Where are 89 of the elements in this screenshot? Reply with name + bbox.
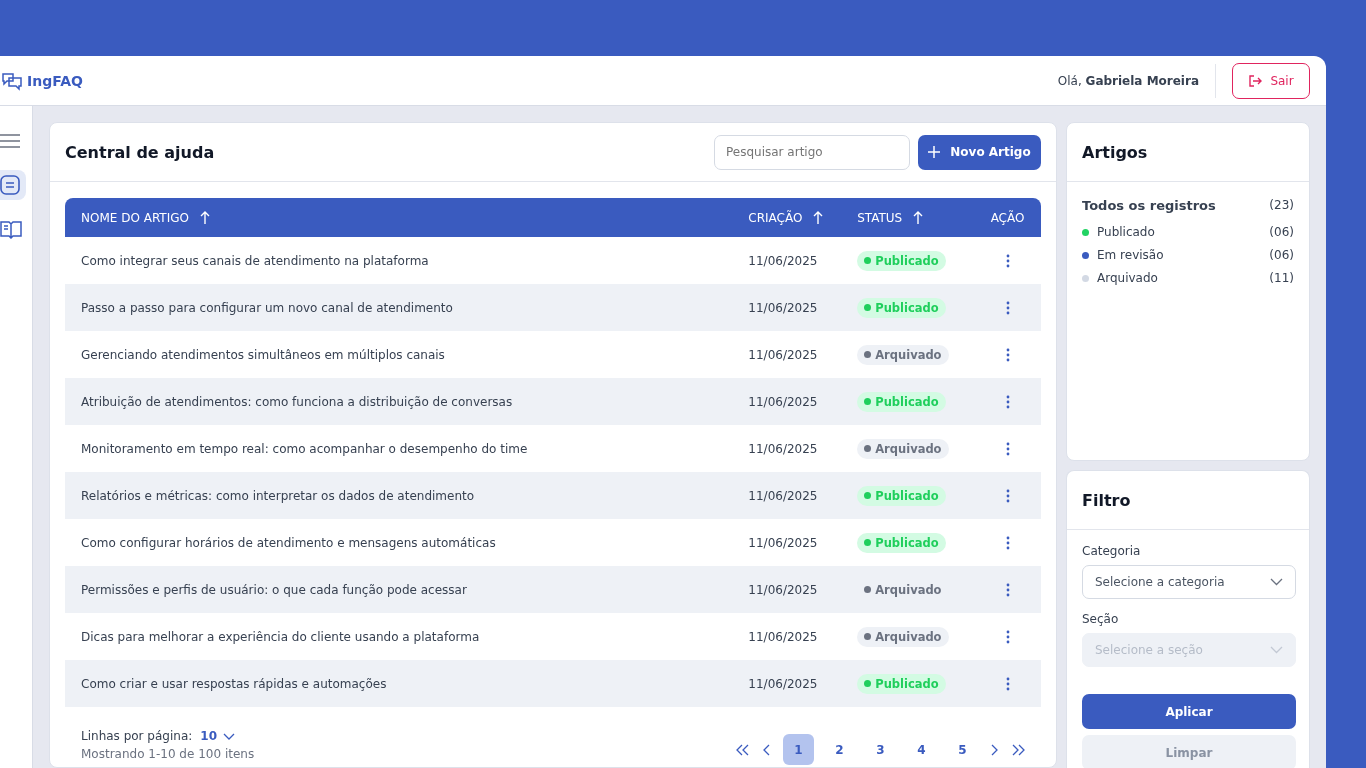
creation-date: 11/06/2025 — [748, 629, 818, 644]
page-button[interactable]: 4 — [906, 734, 937, 765]
creation-date: 11/06/2025 — [748, 535, 818, 550]
column-label: CRIAÇÃO — [748, 210, 803, 225]
more-options-icon[interactable] — [1005, 629, 1010, 644]
chat-bubbles-icon — [1, 70, 23, 91]
next-page-icon[interactable] — [990, 743, 998, 756]
creation-date: 11/06/2025 — [748, 253, 818, 268]
more-options-icon[interactable] — [1005, 582, 1010, 597]
article-name: Passo a passo para configurar um novo canal de atendimento — [81, 300, 453, 315]
more-options-icon[interactable] — [1005, 300, 1010, 315]
apply-button[interactable]: Aplicar — [1082, 694, 1296, 729]
logout-button[interactable]: Sair — [1232, 62, 1310, 99]
last-page-icon[interactable] — [1012, 743, 1026, 756]
article-name: Como integrar seus canais de atendimento na plataforma — [81, 253, 429, 268]
rows-per-page-select[interactable]: 10 — [200, 729, 235, 743]
user-greeting: Olá, Gabriela Moreira — [1057, 73, 1199, 88]
more-options-icon[interactable] — [1005, 676, 1010, 691]
creation-date: 11/06/2025 — [748, 488, 818, 503]
status-badge: Arquivado — [857, 438, 949, 459]
status-label: Arquivado — [1097, 271, 1159, 285]
page-button[interactable]: 5 — [947, 734, 978, 765]
first-page-icon[interactable] — [735, 743, 749, 756]
article-name: Relatórios e métricas: como interpretar os dados de atendimento — [81, 488, 475, 503]
more-options-icon[interactable] — [1005, 441, 1010, 456]
status-count: (06) — [1269, 248, 1294, 262]
column-header[interactable]: STATUS — [857, 210, 975, 225]
previous-page-icon[interactable] — [763, 743, 771, 756]
more-options-icon[interactable] — [1005, 394, 1010, 409]
total-label: Todos os registros — [1082, 198, 1216, 213]
column-header[interactable]: NOME DO ARTIGO — [65, 210, 749, 225]
status-label: Em revisão — [1097, 248, 1165, 262]
column-header[interactable]: AÇÃO — [974, 210, 1041, 225]
status-badge: Arquivado — [857, 626, 949, 647]
page-title: Central de ajuda — [65, 142, 215, 162]
sort-arrow-icon[interactable] — [813, 211, 824, 224]
more-options-icon[interactable] — [1005, 253, 1010, 268]
search-field[interactable]: Pesquisar artigo — [714, 134, 910, 170]
article-name: Como criar e usar respostas rápidas e automações — [81, 676, 387, 691]
chevron-down-icon[interactable] — [1270, 578, 1283, 586]
status-badge: Publicado — [857, 250, 946, 271]
creation-date: 11/06/2025 — [748, 300, 818, 315]
items-count: Mostrando 1-10 de 100 itens — [81, 747, 255, 761]
field-label: Categoria — [1082, 544, 1142, 558]
article-name: Permissões e perfis de usuário: o que cada função pode acessar — [81, 582, 467, 597]
field-label: Seção — [1082, 612, 1120, 626]
page-button[interactable]: 3 — [865, 734, 896, 765]
article-name: Dicas para melhorar a experiência do cliente usando a plataforma — [81, 629, 480, 644]
creation-date: 11/06/2025 — [748, 676, 818, 691]
total-count: (23) — [1269, 198, 1294, 213]
article-name: Atribuição de atendimentos: como funciona a distribuição de conversas — [81, 394, 513, 409]
status-count: (11) — [1269, 271, 1294, 285]
column-label: AÇÃO — [990, 210, 1025, 225]
sort-arrow-icon[interactable] — [913, 211, 924, 224]
status-badge: Publicado — [857, 673, 946, 694]
creation-date: 11/06/2025 — [748, 582, 818, 597]
status-badge: Publicado — [857, 391, 946, 412]
creation-date: 11/06/2025 — [748, 441, 818, 456]
logout-icon[interactable] — [1248, 73, 1263, 88]
page-button[interactable]: 1 — [783, 734, 814, 765]
rows-per-page-label: Linhas por página: — [81, 729, 193, 743]
brand-name: IngFAQ — [27, 72, 83, 89]
status-label: Publicado — [1097, 225, 1156, 239]
creation-date: 11/06/2025 — [748, 347, 818, 362]
column-label: STATUS — [857, 210, 903, 225]
menu-icon[interactable] — [0, 134, 20, 148]
column-header[interactable]: CRIAÇÃO — [748, 210, 858, 225]
dropdown-field[interactable]: Selecione a categoria — [1082, 565, 1296, 599]
column-label: NOME DO ARTIGO — [81, 210, 189, 225]
more-options-icon[interactable] — [1005, 347, 1010, 362]
status-badge: Publicado — [857, 485, 946, 506]
more-options-icon[interactable] — [1005, 488, 1010, 503]
new-article-button[interactable]: Novo Artigo — [918, 134, 1041, 170]
article-name: Como configurar horários de atendimento e mensagens automáticas — [81, 535, 496, 550]
chevron-down-icon[interactable] — [223, 732, 235, 740]
status-badge: Arquivado — [857, 344, 949, 365]
status-badge: Publicado — [857, 532, 946, 553]
more-options-icon[interactable] — [1005, 535, 1010, 550]
sort-arrow-icon[interactable] — [199, 211, 210, 224]
plus-icon[interactable] — [928, 146, 941, 158]
panel-title: Filtro — [1082, 490, 1131, 510]
panel-title: Artigos — [1082, 142, 1148, 162]
status-count: (06) — [1269, 225, 1294, 239]
creation-date: 11/06/2025 — [748, 394, 818, 409]
list-nav-item[interactable] — [0, 170, 26, 200]
page-button[interactable]: 2 — [824, 734, 855, 765]
status-badge: Publicado — [857, 297, 946, 318]
article-name: Monitoramento em tempo real: como acompanhar o desempenho do time — [81, 441, 528, 456]
article-name: Gerenciando atendimentos simultâneos em múltiplos canais — [81, 347, 445, 362]
